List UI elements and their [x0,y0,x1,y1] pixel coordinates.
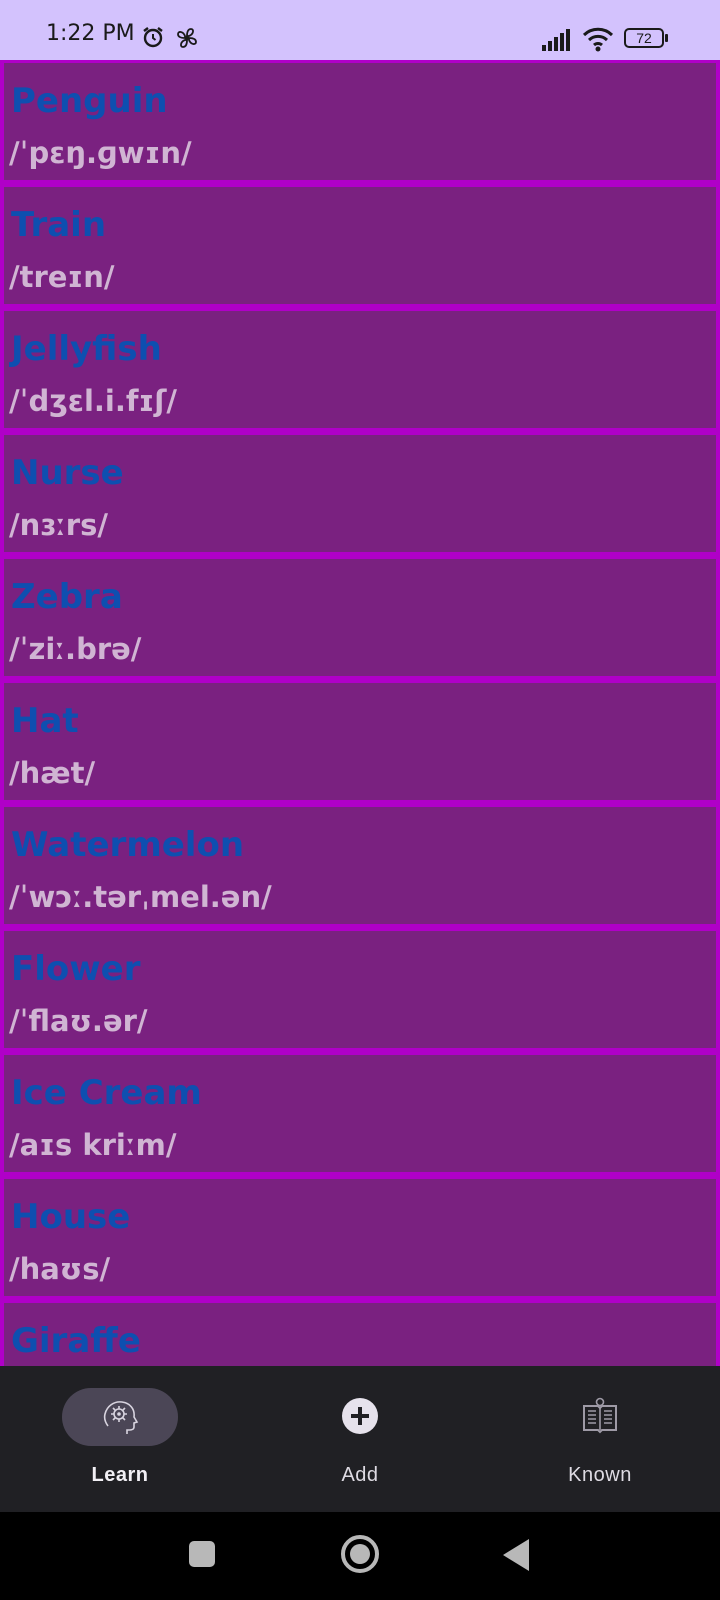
word-title: Jellyfish [11,329,162,369]
word-card[interactable]: Watermelon /ˈwɔː.tərˌmel.ən/ [4,807,716,924]
nav-label: Known [568,1464,632,1486]
open-book-icon [583,1397,617,1434]
fan-icon [177,28,197,48]
word-card[interactable]: Hat /hæt/ [4,683,716,800]
word-title: Train [11,205,107,245]
word-card[interactable]: Giraffe [4,1303,716,1366]
add-circle-icon [342,1398,378,1434]
word-title: Watermelon [11,825,245,865]
nav-label: Add [341,1464,379,1486]
wifi-icon [582,27,614,52]
word-ipa: /ˈpɛŋ.ɡwɪn/ [9,136,192,170]
word-title: Zebra [11,577,123,617]
word-ipa: /ˈflaʊ.ər/ [9,1004,148,1038]
battery-tip [665,34,668,42]
word-ipa: /treɪn/ [9,260,115,294]
word-title: Ice Cream [11,1073,202,1113]
brain-gear-icon [103,1401,139,1434]
word-ipa: /haʊs/ [9,1252,111,1286]
word-card[interactable]: Ice Cream /aɪs kriːm/ [4,1055,716,1172]
word-ipa: /ˈdʒɛl.i.fɪʃ/ [9,384,177,418]
bottom-navigation: Learn Add Known [0,1366,720,1512]
battery-icon: 72 [624,28,664,48]
word-title: Nurse [11,453,124,493]
word-list[interactable]: Penguin /ˈpɛŋ.ɡwɪn/ Train /treɪn/ Jellyf… [0,60,720,1366]
recents-button[interactable] [189,1541,215,1567]
nav-label: Learn [91,1464,149,1486]
home-button[interactable] [341,1535,379,1573]
word-ipa: /aɪs kriːm/ [9,1128,177,1162]
word-card[interactable]: Penguin /ˈpɛŋ.ɡwɪn/ [4,63,716,180]
word-card[interactable]: Train /treɪn/ [4,187,716,304]
word-ipa: /ˈziː.brə/ [9,632,142,666]
battery-level: 72 [636,30,652,46]
nav-item-add[interactable]: Add [240,1366,480,1512]
word-card[interactable]: Nurse /nɜːrs/ [4,435,716,552]
status-bar: 1:22 PM 72 [0,0,720,60]
home-button-dot [350,1544,370,1564]
word-title: Giraffe [11,1321,141,1361]
word-title: Penguin [11,81,168,121]
word-title: Hat [11,701,79,741]
signal-icon [542,29,570,51]
status-time: 1:22 PM [46,21,135,46]
back-button[interactable] [503,1539,529,1571]
word-card[interactable]: Zebra /ˈziː.brə/ [4,559,716,676]
word-title: House [11,1197,131,1237]
nav-item-known[interactable]: Known [480,1366,720,1512]
word-ipa: /nɜːrs/ [9,508,108,542]
nav-item-learn[interactable]: Learn [0,1366,240,1512]
system-navigation-bar [0,1512,720,1600]
word-title: Flower [11,949,141,989]
word-ipa: /hæt/ [9,756,96,790]
word-ipa: /ˈwɔː.tərˌmel.ən/ [9,880,272,914]
word-card[interactable]: Flower /ˈflaʊ.ər/ [4,931,716,1048]
alarm-icon [143,27,163,48]
word-card[interactable]: House /haʊs/ [4,1179,716,1296]
word-card[interactable]: Jellyfish /ˈdʒɛl.i.fɪʃ/ [4,311,716,428]
